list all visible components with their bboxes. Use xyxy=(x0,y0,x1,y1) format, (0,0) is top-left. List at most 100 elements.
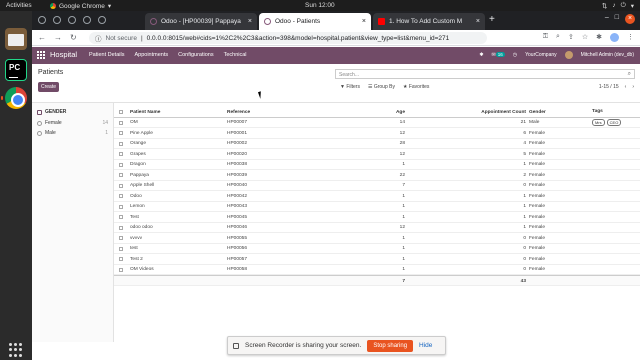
table-row[interactable]: odoo odoo HP00046 12 1 Female xyxy=(114,223,640,233)
search-input[interactable]: Search... ⌕ xyxy=(335,69,635,79)
menu-patient-details[interactable]: Patient Details xyxy=(89,52,124,58)
table-row[interactable]: OM Videos HP00058 1 0 Female xyxy=(114,265,640,275)
row-checkbox[interactable] xyxy=(119,225,123,230)
option-label: Male xyxy=(45,130,56,136)
pinned-tab-icon[interactable] xyxy=(68,16,76,24)
user-menu[interactable]: Mitchell Admin (dev_db) xyxy=(581,52,634,58)
select-all-checkbox[interactable] xyxy=(119,110,123,114)
close-icon[interactable]: × xyxy=(362,18,366,25)
search-icon[interactable]: ⌕ xyxy=(628,71,631,78)
table-row[interactable]: Dragon HP00038 1 1 Female xyxy=(114,160,640,170)
app-menu[interactable]: Google Chrome ▾ xyxy=(50,2,111,10)
apps-menu-icon[interactable] xyxy=(37,51,45,59)
info-icon[interactable]: ⓘ xyxy=(95,33,102,43)
row-checkbox[interactable] xyxy=(119,131,123,135)
row-checkbox[interactable] xyxy=(119,236,123,240)
table-row[interactable]: Orange HP00002 28 4 Female xyxy=(114,139,640,149)
user-avatar[interactable] xyxy=(564,51,573,59)
tab-patients[interactable]: Odoo - Patients × xyxy=(259,13,371,30)
row-checkbox[interactable] xyxy=(119,152,123,156)
close-icon[interactable]: × xyxy=(248,18,252,25)
tab-youtube[interactable]: 1. How To Add Custom M × xyxy=(373,13,485,30)
chrome-dock-icon[interactable] xyxy=(5,87,27,109)
stop-sharing-button[interactable]: Stop sharing xyxy=(367,339,414,352)
menu-icon[interactable]: ⋮ xyxy=(627,33,634,42)
pinned-tab-icon[interactable] xyxy=(53,16,61,24)
row-checkbox[interactable] xyxy=(119,267,123,272)
table-row[interactable]: vvvvv HP00055 1 0 Female xyxy=(114,233,640,244)
table-row[interactable]: Test 2 HP00057 1 0 Female xyxy=(114,254,640,265)
address-bar[interactable]: ⓘ Not secure | 0.0.0.0:8015/web#cids=1%2… xyxy=(89,32,487,44)
zoom-icon[interactable]: ⌕ xyxy=(556,33,560,42)
row-checkbox[interactable] xyxy=(119,120,123,125)
github-icon[interactable] xyxy=(83,16,91,24)
activity-icon[interactable]: ◷ xyxy=(513,52,517,58)
pinned-tab-icon[interactable] xyxy=(98,16,106,24)
menu-appointments[interactable]: Appointments xyxy=(134,52,168,58)
chevron-left-icon[interactable]: ‹ xyxy=(625,84,627,90)
debug-icon[interactable]: ✱ xyxy=(479,52,483,58)
chevron-right-icon[interactable]: › xyxy=(632,84,634,90)
table-row[interactable]: Lemon HP00043 1 1 Female xyxy=(114,202,640,212)
star-icon[interactable]: ☆ xyxy=(582,33,588,42)
radio-icon[interactable] xyxy=(37,130,42,136)
create-button[interactable]: Create xyxy=(38,82,59,92)
pager-value[interactable]: 1-15 / 15 xyxy=(599,84,619,90)
row-checkbox[interactable] xyxy=(119,194,123,198)
table-row[interactable]: Pine Apple HP00001 12 6 Female xyxy=(114,128,640,139)
row-checkbox[interactable] xyxy=(119,246,123,251)
minimize-icon[interactable]: – xyxy=(605,14,609,24)
row-checkbox[interactable] xyxy=(119,215,123,219)
row-checkbox[interactable] xyxy=(119,183,123,188)
menu-technical[interactable]: Technical xyxy=(224,52,247,58)
favorites-button[interactable]: ★ Favorites xyxy=(403,84,429,90)
col-reference[interactable]: Reference xyxy=(227,110,250,115)
table-row[interactable]: Apple Shell HP00040 7 0 Female xyxy=(114,181,640,191)
row-checkbox[interactable] xyxy=(119,257,123,261)
col-appointment-count[interactable]: Appointment Count xyxy=(414,110,526,115)
activities-button[interactable]: Activities xyxy=(6,2,32,9)
col-age[interactable]: Age xyxy=(289,110,405,115)
group-by-button[interactable]: ☰ Group By xyxy=(368,84,395,90)
table-row[interactable]: OM HP00007 14 21 Male Mrs CEO xyxy=(114,118,640,128)
clock[interactable]: Sun 12:00 xyxy=(305,2,335,9)
pinned-tab-icon[interactable] xyxy=(38,16,46,24)
share-icon[interactable]: ⇪ xyxy=(568,33,574,42)
close-icon[interactable]: × xyxy=(476,18,480,25)
col-patient-name[interactable]: Patient Name xyxy=(130,110,160,115)
table-row[interactable]: Odoo HP00042 1 1 Female xyxy=(114,191,640,202)
table-row[interactable]: Grapes HP00020 12 5 Female xyxy=(114,149,640,160)
panel-option-female[interactable]: Female 14 xyxy=(37,120,108,126)
col-tags[interactable]: Tags xyxy=(592,109,603,114)
row-checkbox[interactable] xyxy=(119,173,123,177)
pycharm-icon[interactable]: PC xyxy=(5,59,27,81)
company-switcher[interactable]: YourCompany xyxy=(525,52,557,58)
row-checkbox[interactable] xyxy=(119,162,123,167)
tab-pappaya[interactable]: Odoo - [HP00039] Pappaya × xyxy=(145,13,257,30)
row-checkbox[interactable] xyxy=(119,204,123,209)
show-apps-icon[interactable] xyxy=(9,343,23,357)
radio-icon[interactable] xyxy=(37,120,42,126)
new-tab-button[interactable]: + xyxy=(489,14,495,25)
hide-button[interactable]: Hide xyxy=(419,342,432,349)
back-icon[interactable]: ← xyxy=(38,33,46,42)
maximize-icon[interactable]: □ xyxy=(615,14,619,24)
forward-icon[interactable]: → xyxy=(54,33,62,42)
col-gender[interactable]: Gender xyxy=(529,110,546,115)
table-row[interactable]: Test HP00045 1 1 Female xyxy=(114,212,640,223)
close-window-icon[interactable]: × xyxy=(625,14,635,24)
reload-icon[interactable]: ↻ xyxy=(70,33,77,42)
table-row[interactable]: Pappaya HP00039 22 2 Female xyxy=(114,170,640,181)
app-brand[interactable]: Hospital xyxy=(50,50,77,59)
table-row[interactable]: test HP00056 1 0 Female xyxy=(114,244,640,254)
panel-option-male[interactable]: Male 1 xyxy=(37,130,108,136)
key-icon[interactable]: ⚿ xyxy=(543,33,548,42)
profile-avatar[interactable] xyxy=(610,33,619,42)
menu-configurations[interactable]: Configurations xyxy=(178,52,213,58)
chat-icon[interactable]: ✉ 16 xyxy=(492,52,505,58)
files-icon[interactable] xyxy=(5,28,27,50)
row-checkbox[interactable] xyxy=(119,141,123,146)
system-tray[interactable]: ⇅ ♪ ⏻ ▾ xyxy=(602,2,634,10)
extensions-icon[interactable]: ✱ xyxy=(596,33,602,42)
filters-button[interactable]: ▼ Filters xyxy=(340,84,360,90)
